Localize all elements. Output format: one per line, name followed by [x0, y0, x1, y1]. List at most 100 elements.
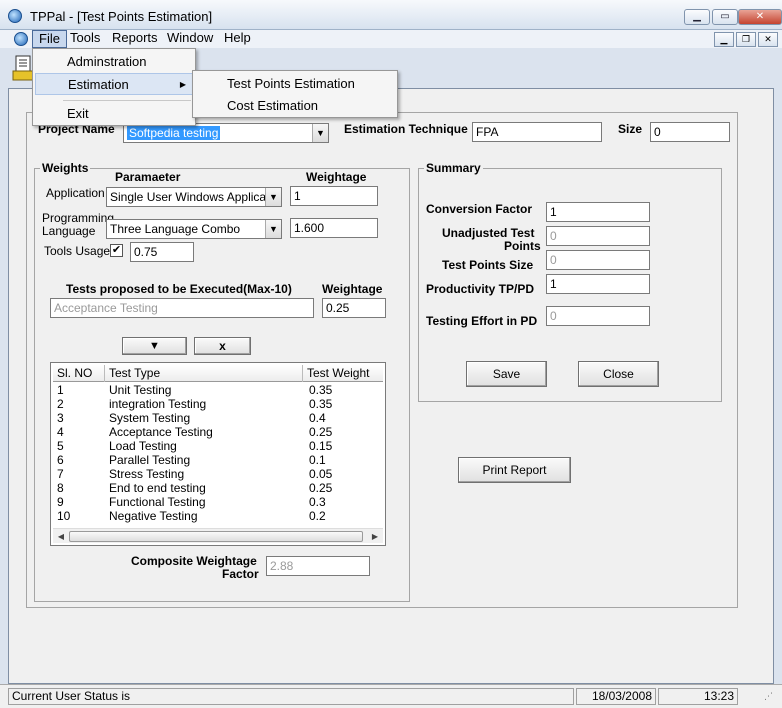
menu-item-cost-estimation[interactable]: Cost Estimation	[195, 95, 395, 117]
estimation-technique-field[interactable]: FPA	[472, 122, 602, 142]
table-row[interactable]: 8 End to end testing 0.25	[53, 481, 383, 495]
cell-sl-no: 7	[57, 467, 64, 481]
conversion-factor-field[interactable]: 1	[546, 202, 650, 222]
menu-reports[interactable]: Reports	[106, 30, 164, 48]
cell-test-type: Acceptance Testing	[109, 425, 213, 439]
parameter-header: Paramaeter	[115, 170, 181, 184]
table-row[interactable]: 10 Negative Testing 0.2	[53, 509, 383, 523]
language-weight-field[interactable]: 1.600	[290, 218, 378, 238]
menu-tools[interactable]: Tools	[64, 30, 106, 48]
menu-window[interactable]: Window	[161, 30, 219, 48]
language-combo[interactable]: Three Language Combo ▼	[106, 219, 282, 239]
menu-item-estimation[interactable]: Estimation ▶	[35, 73, 193, 95]
composite-weightage-label: Composite Weightage	[131, 554, 257, 568]
user-status-text: Current User Status is	[8, 688, 574, 705]
column-test-type[interactable]: Test Type	[105, 365, 303, 382]
maximize-icon[interactable]: ▭	[712, 9, 738, 25]
tools-usage-checkbox[interactable]: ✔	[110, 244, 123, 257]
table-row[interactable]: 2 integration Testing 0.35	[53, 397, 383, 411]
menu-item-test-points-estimation[interactable]: Test Points Estimation	[195, 73, 395, 95]
chevron-down-icon[interactable]: ▼	[265, 220, 281, 238]
minimize-icon[interactable]: ▁	[684, 9, 710, 25]
weightage-header: Weightage	[306, 170, 367, 184]
app-icon[interactable]	[8, 9, 22, 23]
test-weight-field[interactable]: 0.25	[322, 298, 386, 318]
productivity-field[interactable]: 1	[546, 274, 650, 294]
cell-test-weight: 0.05	[309, 467, 333, 481]
chevron-down-icon[interactable]: ▼	[265, 188, 281, 206]
cell-test-type: Functional Testing	[109, 495, 206, 509]
scroll-left-icon[interactable]: ◀	[54, 530, 68, 543]
cell-test-weight: 0.25	[309, 481, 333, 495]
mdi-minimize-icon[interactable]: ▁	[714, 32, 734, 47]
tests-proposed-header: Tests proposed to be Executed(Max-10)	[66, 282, 292, 296]
table-row[interactable]: 9 Functional Testing 0.3	[53, 495, 383, 509]
menu-item-estimation-label: Estimation	[68, 77, 129, 92]
cell-test-weight: 0.25	[309, 425, 333, 439]
application-weight-field[interactable]: 1	[290, 186, 378, 206]
tools-weight-field[interactable]: 0.75	[130, 242, 194, 262]
close-icon[interactable]: ✕	[738, 9, 782, 25]
tests-list[interactable]: Sl. NO Test Type Test Weight 1 Unit Testi…	[50, 362, 386, 546]
test-points-size-label: Test Points Size	[442, 258, 534, 272]
title-bar: TPPal - [Test Points Estimation] ▁ ▭ ✕	[0, 0, 782, 30]
testing-effort-field[interactable]: 0	[546, 306, 650, 326]
menu-help[interactable]: Help	[218, 30, 257, 48]
tools-usage-label: Tools Usage	[44, 244, 111, 258]
table-row[interactable]: 4 Acceptance Testing 0.25	[53, 425, 383, 439]
print-report-button[interactable]: Print Report	[458, 457, 571, 483]
composite-weightage-field[interactable]: 2.88	[266, 556, 370, 576]
tests-weightage-header: Weightage	[322, 282, 383, 296]
resize-grip-icon[interactable]: ⋰	[764, 691, 773, 702]
tests-list-header: Sl. NO Test Type Test Weight	[53, 365, 383, 382]
table-row[interactable]: 3 System Testing 0.4	[53, 411, 383, 425]
cell-test-weight: 0.15	[309, 439, 333, 453]
table-row[interactable]: 7 Stress Testing 0.05	[53, 467, 383, 481]
estimation-submenu: Test Points Estimation Cost Estimation	[192, 70, 398, 118]
unadjusted-test-label: Unadjusted Test	[442, 226, 535, 240]
mdi-child-icon[interactable]	[14, 32, 28, 46]
cell-test-weight: 0.35	[309, 383, 333, 397]
cell-test-type: End to end testing	[109, 481, 206, 495]
menu-separator	[63, 100, 191, 101]
cell-sl-no: 3	[57, 411, 64, 425]
scrollbar-thumb[interactable]	[69, 531, 363, 542]
close-button[interactable]: Close	[578, 361, 659, 387]
cell-sl-no: 1	[57, 383, 64, 397]
scroll-right-icon[interactable]: ▶	[368, 530, 382, 543]
language-value: Three Language Combo	[110, 222, 241, 236]
project-name-combo[interactable]: Softpedia testing ▼	[123, 123, 329, 143]
add-test-button[interactable]: ▼	[122, 337, 187, 355]
horizontal-scrollbar[interactable]: ◀ ▶	[53, 528, 383, 543]
menu-bar: File Tools Reports Window Help ▁ ❐ ✕	[0, 30, 782, 48]
table-row[interactable]: 1 Unit Testing 0.35	[53, 383, 383, 397]
unadjusted-test-points-field[interactable]: 0	[546, 226, 650, 246]
conversion-factor-label: Conversion Factor	[426, 202, 533, 216]
cell-sl-no: 10	[57, 509, 71, 523]
mdi-close-icon[interactable]: ✕	[758, 32, 778, 47]
save-button[interactable]: Save	[466, 361, 547, 387]
menu-item-exit[interactable]: Exit	[35, 103, 193, 125]
cell-test-type: Stress Testing	[109, 467, 185, 481]
cell-test-type: System Testing	[109, 411, 191, 425]
window-title: TPPal - [Test Points Estimation]	[30, 9, 213, 24]
cell-test-weight: 0.1	[309, 453, 326, 467]
remove-test-button[interactable]: x	[194, 337, 251, 355]
column-sl-no[interactable]: Sl. NO	[53, 365, 105, 382]
menu-item-adminstration[interactable]: Adminstration	[35, 51, 193, 73]
table-row[interactable]: 5 Load Testing 0.15	[53, 439, 383, 453]
table-row[interactable]: 6 Parallel Testing 0.1	[53, 453, 383, 467]
chevron-down-icon[interactable]: ▼	[312, 124, 328, 142]
application-value: Single User Windows Application	[110, 190, 282, 204]
size-field[interactable]: 0	[650, 122, 730, 142]
cell-test-weight: 0.35	[309, 397, 333, 411]
test-points-size-field[interactable]: 0	[546, 250, 650, 270]
cell-sl-no: 6	[57, 453, 64, 467]
column-test-weight[interactable]: Test Weight	[303, 365, 383, 382]
menu-file[interactable]: File	[32, 30, 67, 48]
application-combo[interactable]: Single User Windows Application ▼	[106, 187, 282, 207]
cell-test-type: Negative Testing	[109, 509, 198, 523]
project-name-value: Softpedia testing	[127, 126, 221, 140]
test-type-field[interactable]: Acceptance Testing	[50, 298, 314, 318]
mdi-restore-icon[interactable]: ❐	[736, 32, 756, 47]
